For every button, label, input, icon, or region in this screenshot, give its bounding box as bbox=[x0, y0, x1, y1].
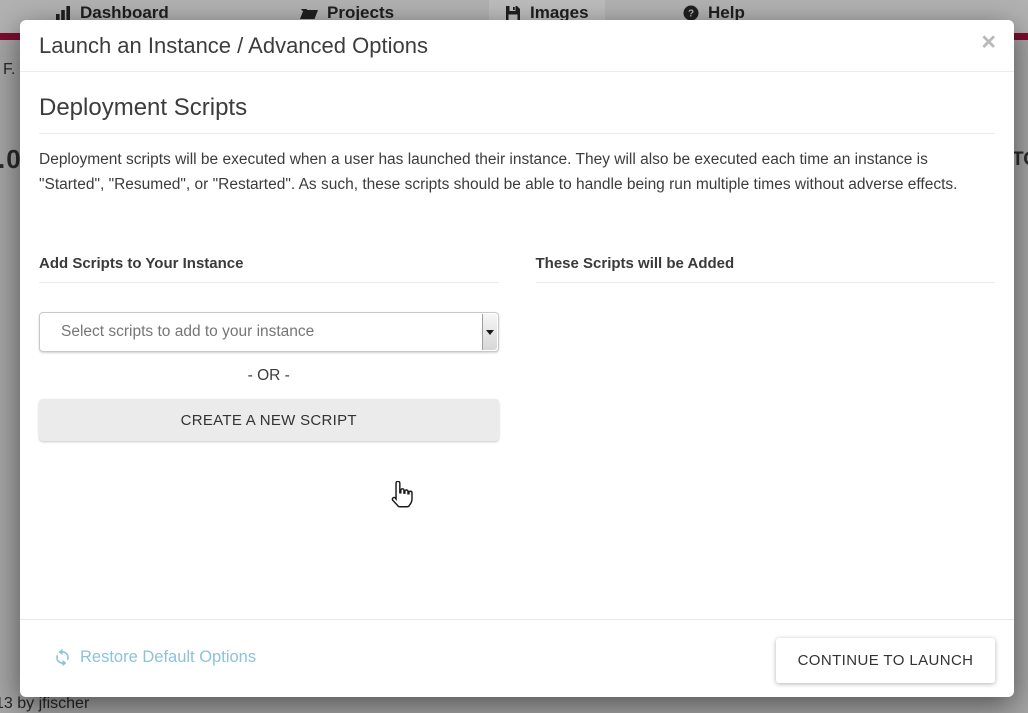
hand-pointer-cursor-icon bbox=[388, 481, 413, 515]
script-select[interactable]: Select scripts to add to your instance bbox=[39, 312, 499, 352]
modal-title: Launch an Instance / Advanced Options bbox=[39, 33, 428, 59]
modal-body: Deployment Scripts Deployment scripts wi… bbox=[20, 94, 1014, 441]
svg-text:?: ? bbox=[688, 9, 694, 20]
close-icon[interactable]: × bbox=[981, 30, 996, 55]
add-scripts-heading: Add Scripts to Your Instance bbox=[39, 255, 499, 283]
background-text-fragment: 13 by jfischer bbox=[0, 695, 89, 713]
advanced-options-modal: Launch an Instance / Advanced Options × … bbox=[20, 20, 1014, 697]
background-text-fragment: F. bbox=[3, 61, 15, 79]
script-select-placeholder: Select scripts to add to your instance bbox=[40, 323, 314, 341]
chevron-down-icon[interactable] bbox=[482, 314, 497, 350]
added-scripts-column: These Scripts will be Added bbox=[536, 255, 996, 441]
question-icon: ? bbox=[683, 5, 699, 21]
section-description: Deployment scripts will be executed when… bbox=[39, 147, 969, 197]
restore-default-options-link[interactable]: Restore Default Options bbox=[53, 648, 256, 667]
background-text-fragment: TO bbox=[1012, 149, 1028, 171]
columns: Add Scripts to Your Instance Select scri… bbox=[39, 255, 995, 441]
bar-chart-icon bbox=[55, 5, 71, 21]
folder-icon bbox=[300, 5, 318, 21]
modal-footer: Restore Default Options CONTINUE TO LAUN… bbox=[20, 619, 1014, 697]
create-new-script-button[interactable]: CREATE A NEW SCRIPT bbox=[39, 399, 499, 441]
restore-label: Restore Default Options bbox=[80, 648, 256, 667]
or-separator: - OR - bbox=[39, 367, 499, 385]
continue-to-launch-button[interactable]: CONTINUE TO LAUNCH bbox=[776, 638, 995, 683]
add-scripts-column: Add Scripts to Your Instance Select scri… bbox=[39, 255, 499, 441]
modal-header: Launch an Instance / Advanced Options × bbox=[20, 20, 1014, 72]
section-title: Deployment Scripts bbox=[39, 94, 995, 134]
added-scripts-heading: These Scripts will be Added bbox=[536, 255, 996, 283]
floppy-icon bbox=[505, 5, 521, 21]
sync-icon bbox=[53, 648, 72, 667]
background-text-fragment: .0 bbox=[0, 144, 22, 175]
